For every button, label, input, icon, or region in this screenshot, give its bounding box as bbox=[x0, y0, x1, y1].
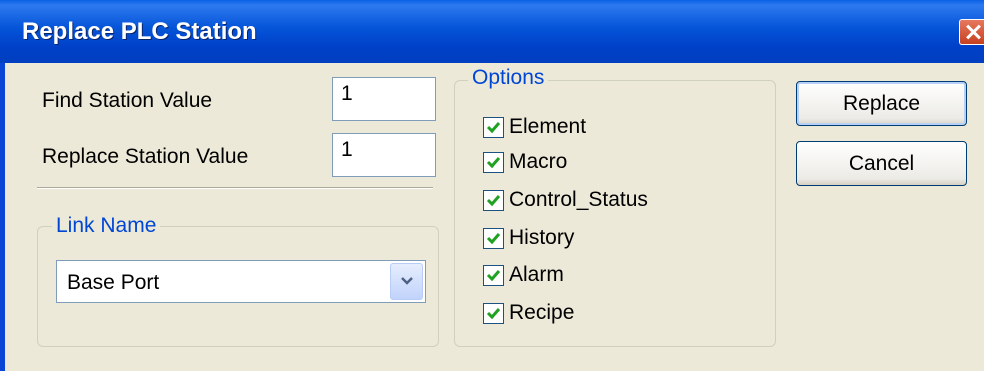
window-title: Replace PLC Station bbox=[22, 18, 257, 45]
close-icon[interactable] bbox=[959, 19, 984, 45]
replace-station-input[interactable]: 1 bbox=[332, 133, 436, 177]
link-name-select[interactable]: Base Port bbox=[56, 260, 426, 303]
options-legend: Options bbox=[468, 66, 549, 90]
replace-plc-station-dialog: Replace PLC Station Find Station Value 1… bbox=[0, 0, 984, 371]
checkbox-macro[interactable] bbox=[483, 152, 504, 173]
find-station-input[interactable]: 1 bbox=[332, 77, 436, 121]
checkbox-history[interactable] bbox=[483, 228, 504, 249]
link-name-selected: Base Port bbox=[67, 271, 160, 294]
checkbox-recipe-label: Recipe bbox=[509, 301, 575, 324]
checkbox-control-status-label: Control_Status bbox=[509, 188, 648, 211]
check-icon bbox=[486, 233, 501, 245]
check-icon bbox=[486, 308, 501, 320]
checkbox-control-status[interactable] bbox=[483, 190, 504, 211]
checkbox-macro-label: Macro bbox=[509, 150, 568, 173]
checkbox-alarm-label: Alarm bbox=[509, 263, 564, 286]
checkbox-element[interactable] bbox=[483, 117, 504, 138]
check-icon bbox=[486, 270, 501, 282]
check-icon bbox=[486, 157, 501, 169]
replace-station-label: Replace Station Value bbox=[42, 145, 249, 168]
checkbox-history-label: History bbox=[509, 226, 575, 249]
window-frame-left bbox=[0, 63, 5, 371]
separator-highlight bbox=[37, 188, 433, 189]
replace-button[interactable]: Replace bbox=[796, 81, 967, 126]
title-bar[interactable]: Replace PLC Station bbox=[0, 0, 984, 63]
link-name-legend: Link Name bbox=[52, 214, 161, 238]
checkbox-recipe[interactable] bbox=[483, 303, 504, 324]
check-icon bbox=[486, 122, 501, 134]
find-station-label: Find Station Value bbox=[42, 89, 213, 112]
checkbox-element-label: Element bbox=[509, 115, 587, 138]
dropdown-button[interactable] bbox=[390, 263, 423, 300]
cancel-button[interactable]: Cancel bbox=[796, 141, 967, 186]
check-icon bbox=[486, 195, 501, 207]
chevron-down-icon bbox=[401, 277, 413, 285]
checkbox-alarm[interactable] bbox=[483, 265, 504, 286]
